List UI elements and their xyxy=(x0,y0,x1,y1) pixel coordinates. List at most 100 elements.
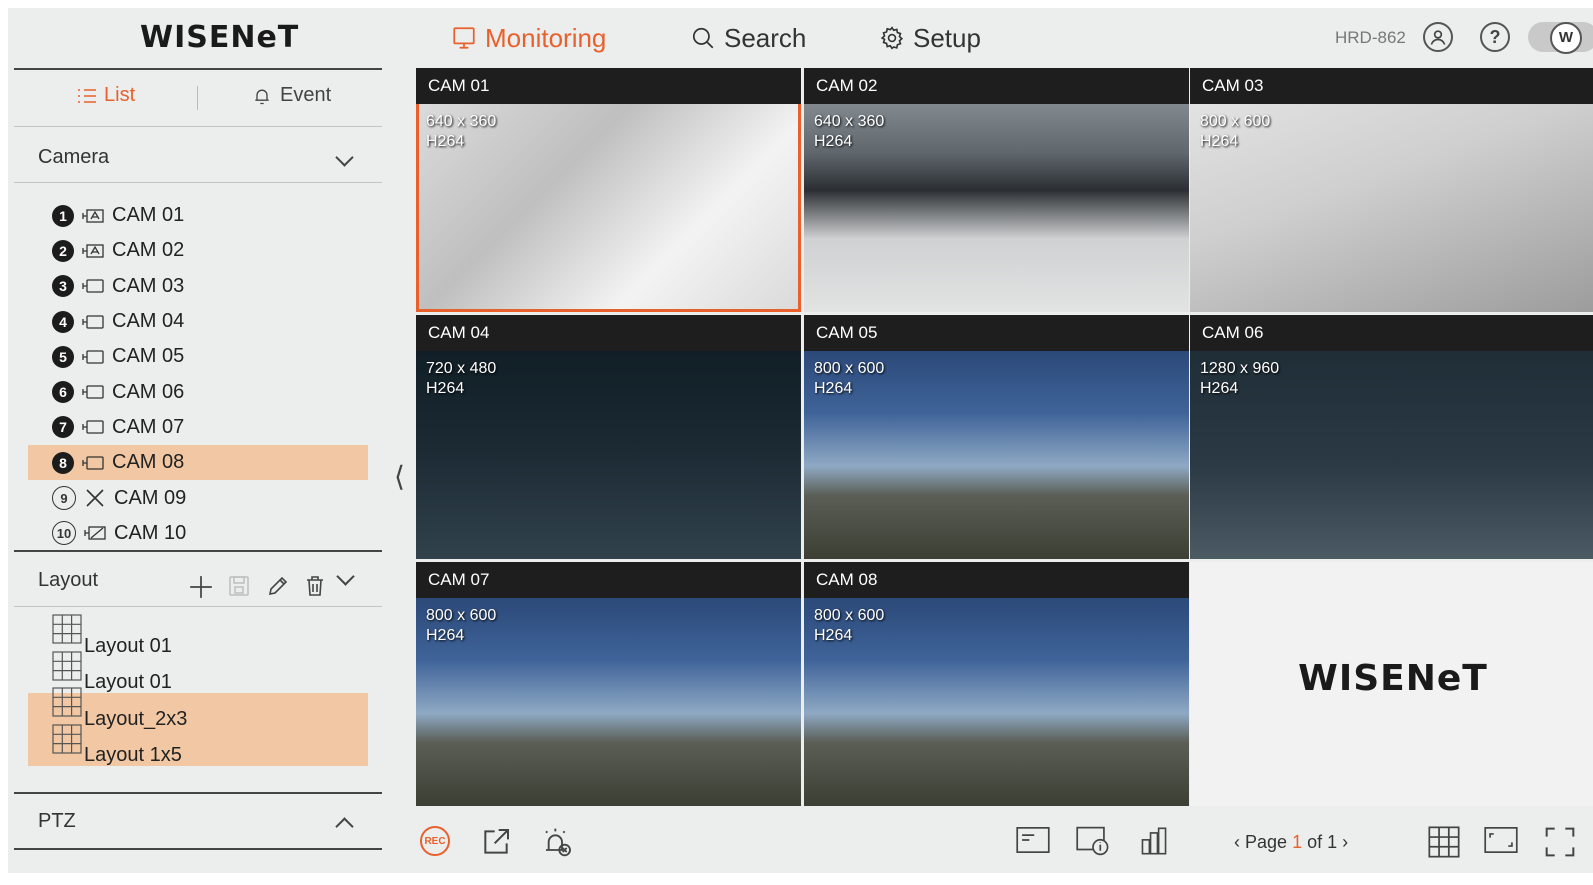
fullscreen-button[interactable] xyxy=(1544,826,1576,858)
tile-title: CAM 01 xyxy=(428,76,490,95)
tab-list-label: List xyxy=(104,84,136,106)
camera-collapse-chevron-icon[interactable] xyxy=(335,148,354,167)
camera-label: CAM 01 xyxy=(112,204,185,227)
alarm-off-button[interactable] xyxy=(542,826,574,858)
info-button[interactable] xyxy=(1076,826,1110,856)
camera-item-08[interactable]: 8 CAM 08 xyxy=(28,445,368,481)
tab-event-label: Event xyxy=(280,84,332,106)
camera-item-03[interactable]: 3 CAM 03 xyxy=(28,269,368,304)
pencil-icon xyxy=(268,576,288,596)
list-icon xyxy=(78,88,96,103)
tile-stream-info: 800 x 600 H264 xyxy=(1200,112,1270,152)
tile-codec: H264 xyxy=(814,627,853,644)
page-current: 1 xyxy=(1292,832,1303,852)
camera-number-badge: 1 xyxy=(52,204,74,227)
camera-item-09[interactable]: 9 CAM 09 xyxy=(28,480,368,515)
help-icon[interactable]: ? xyxy=(1480,22,1510,52)
tab-event[interactable]: Event xyxy=(252,84,331,107)
save-layout-button[interactable] xyxy=(227,574,251,598)
video-grid: CAM 01 640 x 360 H264 CAM 02 640 x 360 H26… xyxy=(416,68,1593,806)
tile-codec: H264 xyxy=(426,627,465,644)
nav-search-label: Search xyxy=(724,22,807,53)
bullet-camera-icon xyxy=(82,385,104,399)
camera-item-04[interactable]: 4 CAM 04 xyxy=(28,304,368,339)
empty-video-tile[interactable]: WISENeT xyxy=(1190,562,1593,806)
tile-codec: H264 xyxy=(1200,380,1239,397)
tile-title: CAM 06 xyxy=(1202,323,1264,342)
video-tile-cam07[interactable]: CAM 07 800 x 600 H264 xyxy=(416,562,801,806)
tile-resolution: 800 x 600 xyxy=(814,607,885,624)
camera-number-badge: 4 xyxy=(52,310,74,333)
camera-number-badge: 6 xyxy=(52,381,74,404)
ptz-top-divider xyxy=(14,792,382,794)
statistics-button[interactable] xyxy=(1140,826,1168,856)
video-tile-cam02[interactable]: CAM 02 640 x 360 H264 xyxy=(804,68,1189,312)
camera-item-05[interactable]: 5 CAM 05 xyxy=(28,339,368,374)
tile-title: CAM 07 xyxy=(428,570,490,589)
split-screen-button[interactable] xyxy=(1428,826,1460,858)
alarm-off-icon xyxy=(545,828,571,857)
plus-icon xyxy=(190,576,212,598)
video-tile-cam08[interactable]: CAM 08 800 x 600 H264 xyxy=(804,562,1189,806)
record-button[interactable]: REC xyxy=(420,826,450,856)
ptz-expand-chevron-icon[interactable] xyxy=(335,817,354,836)
bullet-camera-icon xyxy=(82,350,104,364)
tile-resolution: 640 x 360 xyxy=(426,113,497,130)
camera-item-01[interactable]: 1 CAM 01 xyxy=(28,198,368,233)
tab-separator xyxy=(197,86,198,110)
camera-item-06[interactable]: 6 CAM 06 xyxy=(28,374,368,409)
camera-item-02[interactable]: 2 CAM 02 xyxy=(28,233,368,268)
camera-item-10[interactable]: 10 CAM 10 xyxy=(28,516,368,551)
tile-resolution: 800 x 600 xyxy=(426,607,497,624)
tile-stream-info: 640 x 360 H264 xyxy=(814,112,884,152)
sidebar-collapse-chevron-icon[interactable]: ⟨ xyxy=(394,460,405,493)
camera-label: CAM 06 xyxy=(112,380,185,403)
layout-item[interactable]: Layout 1x5 xyxy=(28,723,368,766)
tile-stream-info: 800 x 600 H264 xyxy=(814,606,884,646)
camera-item-07[interactable]: 7 CAM 07 xyxy=(28,410,368,445)
prev-page-button[interactable]: ‹ xyxy=(1234,832,1240,852)
tile-title: CAM 08 xyxy=(816,570,878,589)
ptz-section-title: PTZ xyxy=(38,810,76,832)
video-tile-cam04[interactable]: CAM 04 720 x 480 H264 xyxy=(416,315,801,559)
sidebar-top-divider xyxy=(14,68,382,70)
edit-layout-button[interactable] xyxy=(266,574,290,598)
bullet-camera-icon xyxy=(82,314,104,329)
monitor-icon xyxy=(453,27,475,49)
ptz-bottom-divider xyxy=(14,848,382,850)
nav-monitoring[interactable]: Monitoring xyxy=(451,18,606,58)
tile-stream-info: 640 x 360 H264 xyxy=(426,112,496,152)
user-icon[interactable] xyxy=(1423,22,1453,52)
tile-title: CAM 02 xyxy=(816,76,878,95)
aspect-ratio-button[interactable] xyxy=(1484,826,1518,854)
camera-label: CAM 07 xyxy=(112,415,185,438)
camera-label: CAM 02 xyxy=(112,239,185,262)
nav-setup[interactable]: Setup xyxy=(879,18,981,58)
osd-button[interactable] xyxy=(1016,826,1050,854)
add-layout-button[interactable] xyxy=(188,574,214,600)
bullet-camera-icon xyxy=(82,456,104,470)
nav-search[interactable]: Search xyxy=(690,18,806,58)
export-icon xyxy=(484,829,509,854)
next-page-button[interactable]: › xyxy=(1342,832,1348,852)
gear-icon xyxy=(880,26,904,50)
layout-label: Layout_2x3 xyxy=(84,707,188,730)
layout-collapse-chevron-icon[interactable] xyxy=(336,567,355,586)
ptz-camera-icon xyxy=(82,208,104,223)
search-icon xyxy=(692,27,714,49)
video-tile-cam03[interactable]: CAM 03 800 x 600 H264 xyxy=(1190,68,1593,312)
video-tile-cam06[interactable]: CAM 06 1280 x 960 H264 xyxy=(1190,315,1593,559)
layout-label: Layout 01 xyxy=(84,634,172,657)
tile-codec: H264 xyxy=(426,380,465,397)
disconnected-x-icon xyxy=(84,488,106,508)
delete-layout-button[interactable] xyxy=(303,574,327,598)
video-tile-cam05[interactable]: CAM 05 800 x 600 H264 xyxy=(804,315,1189,559)
tab-list[interactable]: List xyxy=(76,84,135,107)
export-button[interactable] xyxy=(480,826,512,858)
rec-icon: REC xyxy=(420,826,450,856)
bar-chart-icon xyxy=(1141,827,1167,855)
fullscreen-icon xyxy=(1545,827,1575,857)
mode-toggle[interactable]: W xyxy=(1528,22,1593,54)
video-tile-cam01[interactable]: CAM 01 640 x 360 H264 xyxy=(416,68,801,312)
layout-section-title: Layout xyxy=(38,569,99,591)
